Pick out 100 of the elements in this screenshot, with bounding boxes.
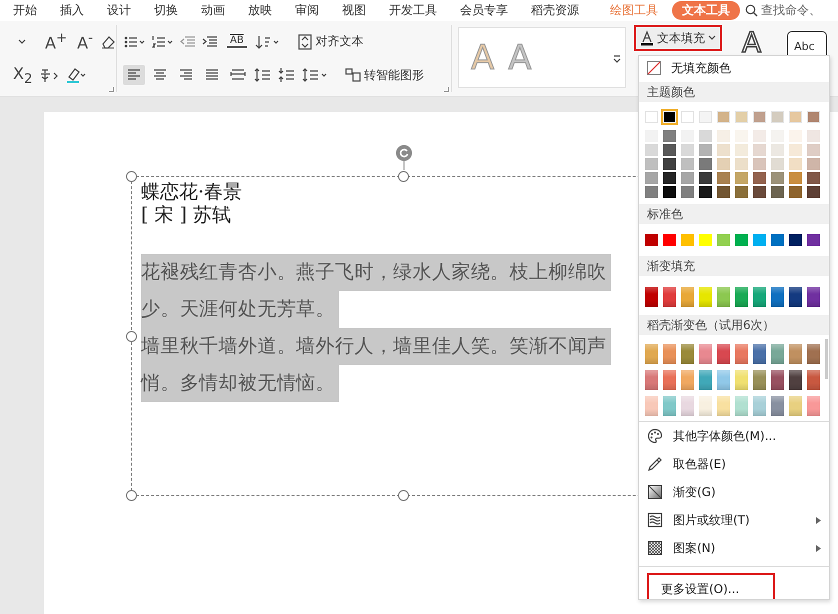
color-swatch[interactable]	[699, 144, 712, 156]
color-swatch[interactable]	[663, 144, 676, 156]
gradient-swatch[interactable]	[789, 287, 802, 307]
color-swatch[interactable]	[771, 111, 784, 123]
menu-tab[interactable]: 设计	[98, 1, 140, 20]
menu-tab[interactable]: 审阅	[286, 1, 328, 20]
gradient-swatch[interactable]	[699, 370, 712, 390]
color-swatch[interactable]	[699, 172, 712, 184]
menu-item[interactable]: 渐变(G)	[639, 478, 829, 506]
color-swatch[interactable]	[699, 186, 712, 198]
gradient-swatch[interactable]	[717, 344, 730, 364]
gradient-swatch[interactable]	[717, 287, 730, 307]
color-swatch[interactable]	[771, 186, 784, 198]
color-swatch[interactable]	[807, 130, 820, 142]
search-icon[interactable]	[745, 4, 758, 17]
gradient-swatch[interactable]	[753, 344, 766, 364]
spacing-menu-icon[interactable]	[301, 67, 329, 84]
color-swatch[interactable]	[807, 172, 820, 184]
color-swatch[interactable]	[663, 158, 676, 170]
color-swatch[interactable]	[681, 172, 694, 184]
resize-handle[interactable]	[126, 331, 137, 342]
color-swatch[interactable]	[663, 186, 676, 198]
menu-tab[interactable]: 动画	[192, 1, 234, 20]
color-swatch[interactable]	[735, 158, 748, 170]
color-swatch[interactable]	[735, 111, 748, 123]
gradient-swatch[interactable]	[807, 344, 820, 364]
color-swatch[interactable]	[717, 130, 730, 142]
gradient-swatch[interactable]	[681, 287, 694, 307]
color-swatch[interactable]	[717, 158, 730, 170]
color-swatch[interactable]	[663, 111, 676, 123]
sort-icon[interactable]	[254, 34, 281, 50]
menu-tab[interactable]: 放映	[239, 1, 281, 20]
text-color-icon[interactable]	[640, 30, 654, 46]
color-swatch[interactable]	[681, 234, 694, 246]
menu-item[interactable]: 图案(N)	[639, 534, 829, 562]
color-swatch[interactable]	[645, 186, 658, 198]
menu-tab[interactable]: 稻壳资源	[522, 1, 588, 20]
gradient-swatch[interactable]	[699, 396, 712, 416]
color-swatch[interactable]	[645, 144, 658, 156]
bulleted-list-icon[interactable]	[123, 34, 147, 50]
gradient-swatch[interactable]	[771, 287, 784, 307]
gradient-swatch[interactable]	[717, 396, 730, 416]
gradient-swatch[interactable]	[789, 344, 802, 364]
color-swatch[interactable]	[753, 130, 766, 142]
color-swatch[interactable]	[735, 186, 748, 198]
color-swatch[interactable]	[717, 186, 730, 198]
align-left-icon[interactable]	[123, 65, 145, 86]
smart-graphic-icon[interactable]	[345, 67, 361, 84]
caret-icon[interactable]	[18, 38, 26, 45]
gradient-swatch[interactable]	[681, 370, 694, 390]
color-swatch[interactable]	[681, 144, 694, 156]
gradient-swatch[interactable]	[735, 287, 748, 307]
highlighter-icon[interactable]	[65, 66, 88, 84]
color-swatch[interactable]	[753, 111, 766, 123]
color-swatch[interactable]	[789, 158, 802, 170]
text-fill-button[interactable]: 文本填充	[634, 25, 722, 51]
caret-icon[interactable]	[708, 35, 716, 41]
color-swatch[interactable]	[771, 144, 784, 156]
color-swatch[interactable]	[771, 172, 784, 184]
color-swatch[interactable]	[753, 158, 766, 170]
color-swatch[interactable]	[717, 172, 730, 184]
gradient-swatch[interactable]	[645, 287, 658, 307]
font-size-button[interactable]: A$^{+}$	[42, 31, 70, 52]
color-swatch[interactable]	[645, 111, 658, 123]
gradient-swatch[interactable]	[699, 344, 712, 364]
numbered-list-icon[interactable]	[151, 34, 175, 50]
eraser-icon[interactable]	[100, 34, 116, 50]
menu-tab[interactable]: 开始	[4, 1, 46, 20]
color-swatch[interactable]	[753, 186, 766, 198]
gradient-swatch[interactable]	[771, 344, 784, 364]
pattern-icon[interactable]	[647, 540, 663, 556]
color-swatch[interactable]	[699, 111, 712, 123]
gradient-swatch[interactable]	[645, 370, 658, 390]
gradient-swatch[interactable]	[681, 344, 694, 364]
color-swatch[interactable]	[699, 234, 712, 246]
gradient-icon[interactable]	[647, 484, 663, 500]
color-swatch[interactable]	[717, 111, 730, 123]
color-swatch[interactable]	[699, 158, 712, 170]
color-swatch[interactable]	[663, 234, 676, 246]
color-swatch[interactable]	[789, 186, 802, 198]
color-swatch[interactable]	[663, 130, 676, 142]
submenu-arrow-icon[interactable]	[816, 516, 821, 524]
font-size-button[interactable]: A$^{-}$	[74, 31, 96, 52]
color-swatch[interactable]	[807, 234, 820, 246]
color-swatch[interactable]	[807, 144, 820, 156]
gradient-swatch[interactable]	[699, 287, 712, 307]
no-fill-icon[interactable]	[647, 61, 661, 75]
gradient-swatch[interactable]	[663, 287, 676, 307]
color-swatch[interactable]	[771, 158, 784, 170]
search-field[interactable]: 查找命令、	[745, 2, 821, 19]
gradient-swatch[interactable]	[789, 396, 802, 416]
gradient-swatch[interactable]	[735, 396, 748, 416]
color-swatch[interactable]	[771, 234, 784, 246]
menu-tab[interactable]: 切换	[145, 1, 187, 20]
gradient-swatch[interactable]	[717, 370, 730, 390]
texture-icon[interactable]	[647, 512, 663, 528]
resize-handle[interactable]	[126, 490, 137, 501]
gradient-swatch[interactable]	[663, 396, 676, 416]
align-text-button[interactable]: 对齐文本	[294, 31, 366, 52]
color-swatch[interactable]	[645, 172, 658, 184]
